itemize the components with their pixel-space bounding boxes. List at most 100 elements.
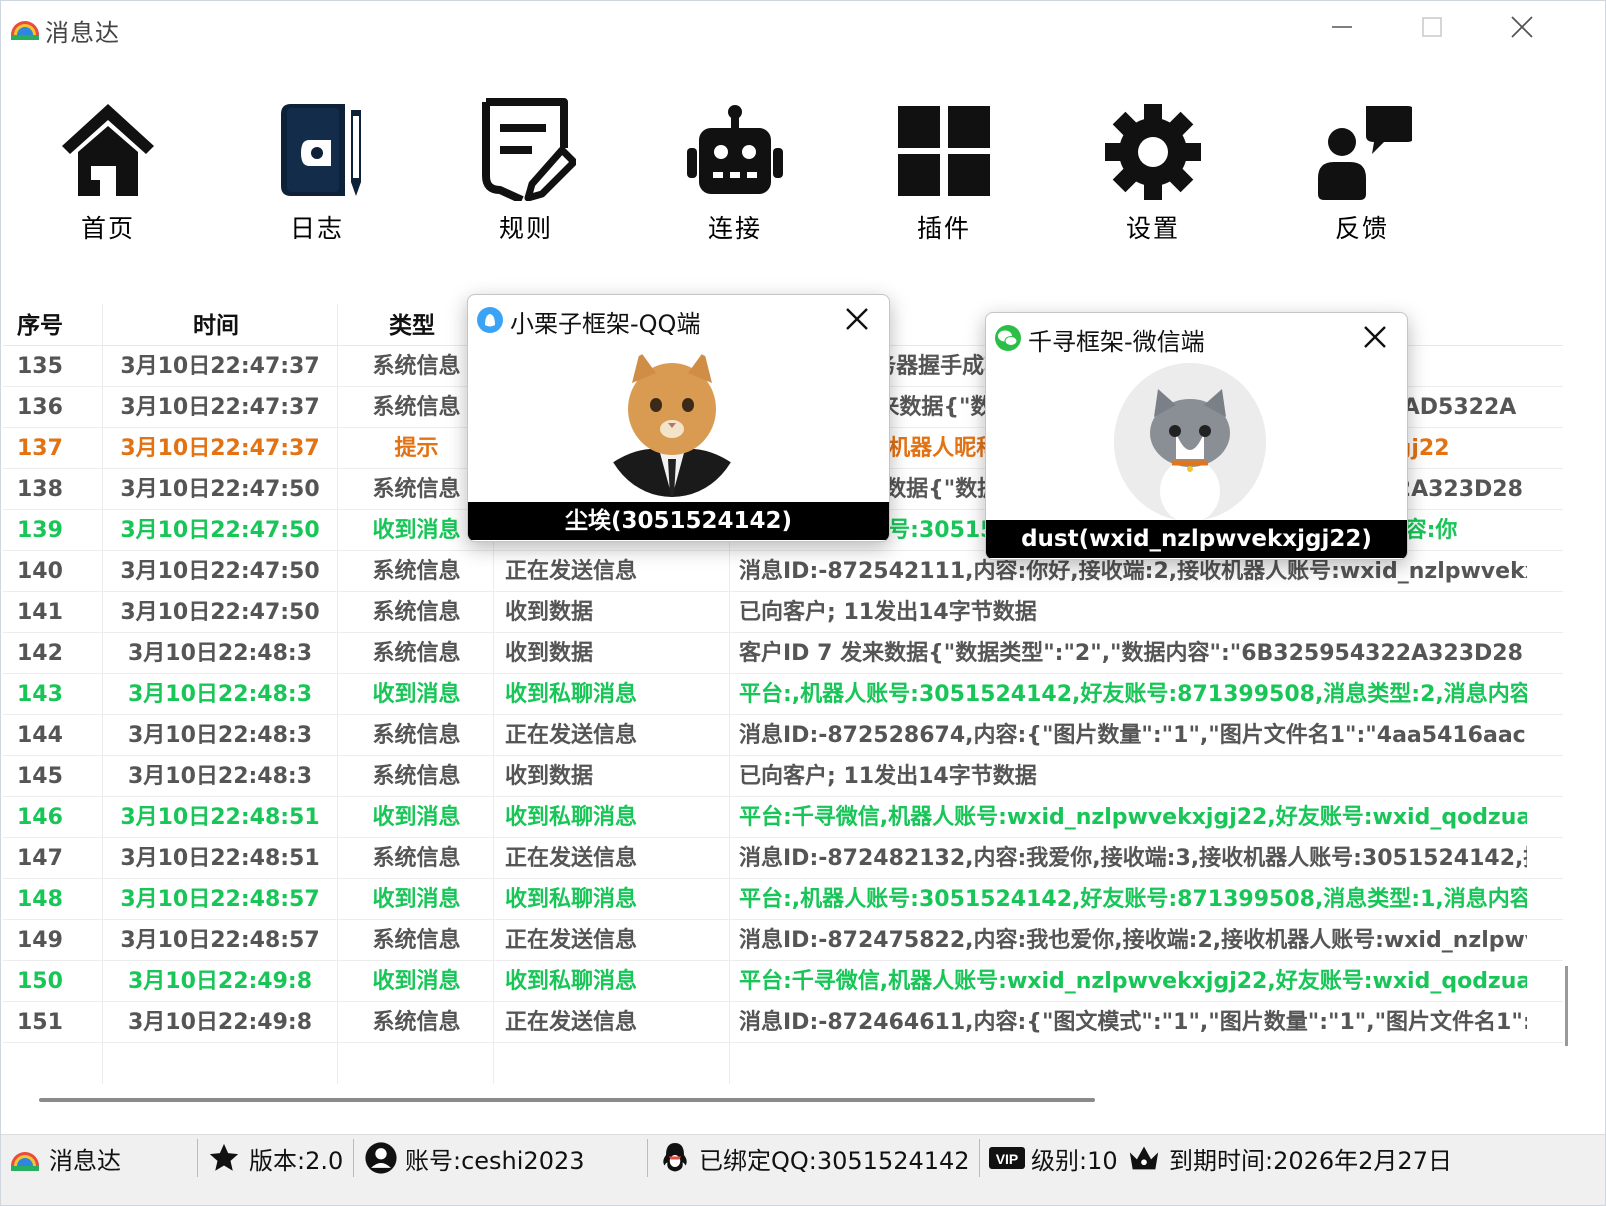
cell-detail: 消息ID:-872482132,内容:我爱你,接收端:3,接收机器人账号:305…	[739, 846, 1527, 871]
status-account: 账号:ceshi2023	[363, 1135, 585, 1181]
cell-time: 3月10日22:47:50	[120, 600, 320, 625]
toolbar-settings[interactable]: 设置	[1078, 96, 1228, 266]
toolbar-home-label: 首页	[80, 214, 135, 243]
minimize-icon	[1332, 26, 1352, 28]
cell-index: 142	[17, 641, 63, 666]
header-index[interactable]: 序号	[17, 304, 63, 346]
window-title: 消息达	[45, 19, 120, 47]
cell-event: 收到数据	[505, 764, 594, 789]
status-account-text: 账号:ceshi2023	[405, 1146, 585, 1175]
rule-edit-icon	[482, 98, 576, 201]
status-bound-qq-text: 已绑定QQ:3051524142	[699, 1146, 970, 1175]
cell-index: 145	[17, 764, 63, 789]
table-row[interactable]: 147 3月10日22:48:51 系统信息 正在发送信息 消息ID:-87248213…	[3, 838, 1563, 879]
table-row[interactable]: 145 3月10日22:48:3 系统信息 收到数据 已向客户; 11发出14字节数据	[3, 756, 1563, 797]
vertical-scrollbar[interactable]	[1565, 966, 1568, 1046]
qq-popup-title: 小栗子框架-QQ端	[510, 310, 701, 338]
user-icon	[365, 1142, 397, 1174]
cell-detail: 平台:,机器人账号:3051524142,好友账号:871399508,消息类型…	[739, 682, 1527, 707]
cell-event: 正在发送信息	[505, 846, 638, 871]
cell-time: 3月10日22:47:50	[120, 477, 320, 502]
wechat-popup-header: 千寻框架-微信端	[986, 313, 1407, 361]
close-icon[interactable]	[1361, 323, 1389, 351]
cell-time: 3月10日22:48:57	[120, 887, 320, 912]
toolbar-rules-label: 规则	[498, 214, 553, 243]
wechat-account-name: dust(wxid_nzlpwvekxjgj22)	[986, 520, 1407, 558]
table-row[interactable]: 150 3月10日22:49:8 收到消息 收到私聊消息 平台:千寻微信,机器人账号:w…	[3, 961, 1563, 1002]
cell-detail: 已向客户; 11发出14字节数据	[739, 764, 1037, 789]
toolbar-feedback[interactable]: 反馈	[1287, 96, 1437, 266]
cell-type: 收到消息	[372, 682, 461, 707]
close-icon[interactable]	[843, 305, 871, 333]
status-version: 版本:2.0	[205, 1135, 343, 1181]
status-separator	[979, 1139, 980, 1177]
cell-index: 139	[17, 518, 63, 543]
table-row[interactable]: 141 3月10日22:47:50 系统信息 收到数据 已向客户; 11发出14字节数据	[3, 592, 1563, 633]
status-level-text: 级别:10	[1031, 1146, 1118, 1175]
close-button[interactable]	[1477, 1, 1567, 53]
plugin-grid-icon	[898, 106, 990, 196]
cell-detail: 平台:千寻微信,机器人账号:wxid_nzlpwvekxjgj22,好友账号:w…	[739, 805, 1527, 830]
cell-type: 系统信息	[372, 600, 461, 625]
wechat-avatar	[1114, 363, 1266, 521]
cell-event: 收到数据	[505, 641, 594, 666]
app-logo-icon	[11, 21, 39, 40]
status-expiry: 到期时间:2026年2月27日	[1125, 1135, 1452, 1181]
cell-time: 3月10日22:48:57	[120, 928, 320, 953]
table-row[interactable]: 151 3月10日22:49:8 系统信息 正在发送信息 消息ID:-872464611…	[3, 1002, 1563, 1043]
cell-detail: 消息ID:-872464611,内容:{"图文模式":"1","图片数量":"1…	[739, 1010, 1527, 1035]
cell-type: 系统信息	[372, 641, 461, 666]
cell-index: 149	[17, 928, 63, 953]
cell-event: 收到数据	[505, 600, 594, 625]
status-app: 消息达	[7, 1135, 121, 1181]
cell-time: 3月10日22:47:37	[120, 354, 320, 379]
table-row[interactable]: 148 3月10日22:48:57 收到消息 收到私聊消息 平台:,机器人账号:3051…	[3, 879, 1563, 920]
toolbar-settings-label: 设置	[1125, 214, 1180, 243]
toolbar-plugins[interactable]: 插件	[869, 96, 1019, 266]
cell-time: 3月10日22:47:50	[120, 559, 320, 584]
cell-type: 系统信息	[372, 764, 461, 789]
toolbar-log[interactable]: 日志	[242, 96, 392, 266]
toolbar-feedback-label: 反馈	[1334, 214, 1389, 243]
table-row[interactable]: 146 3月10日22:48:51 收到消息 收到私聊消息 平台:千寻微信,机器人账号:…	[3, 797, 1563, 838]
header-type[interactable]: 类型	[389, 304, 435, 346]
table-row[interactable]: 149 3月10日22:48:57 系统信息 正在发送信息 消息ID:-87247582…	[3, 920, 1563, 961]
home-icon	[62, 104, 154, 196]
cell-event: 收到私聊消息	[505, 805, 638, 830]
status-expiry-text: 到期时间:2026年2月27日	[1169, 1146, 1452, 1175]
table-row[interactable]: 143 3月10日22:48:3 收到消息 收到私聊消息 平台:,机器人账号:30515…	[3, 674, 1563, 715]
table-row[interactable]: 144 3月10日22:48:3 系统信息 正在发送信息 消息ID:-872528674…	[3, 715, 1563, 756]
cell-time: 3月10日22:47:50	[120, 518, 320, 543]
cell-event: 收到私聊消息	[505, 887, 638, 912]
cell-time: 3月10日22:48:3	[127, 641, 313, 666]
qq-client-popup[interactable]: 小栗子框架-QQ端 尘埃(3051524142)	[467, 294, 890, 542]
toolbar-connect[interactable]: 连接	[660, 96, 810, 266]
cell-type: 收到消息	[372, 887, 461, 912]
horizontal-scrollbar[interactable]	[39, 1098, 1095, 1102]
qq-avatar	[602, 345, 742, 497]
cell-time: 3月10日22:49:8	[127, 969, 313, 994]
cell-event: 正在发送信息	[505, 928, 638, 953]
maximize-button[interactable]	[1387, 1, 1477, 53]
cell-index: 143	[17, 682, 63, 707]
toolbar-plugins-label: 插件	[916, 214, 971, 243]
qq-account-name: 尘埃(3051524142)	[468, 502, 889, 540]
toolbar-rules[interactable]: 规则	[451, 96, 601, 266]
minimize-button[interactable]	[1297, 1, 1387, 53]
status-separator	[197, 1139, 198, 1177]
cell-time: 3月10日22:49:8	[127, 1010, 313, 1035]
qq-penguin-icon	[663, 1143, 687, 1172]
table-row[interactable]: 142 3月10日22:48:3 系统信息 收到数据 客户ID 7 发来数据{"数据类型…	[3, 633, 1563, 674]
star-icon	[209, 1143, 239, 1171]
header-time[interactable]: 时间	[193, 304, 239, 346]
toolbar-home[interactable]: 首页	[33, 96, 183, 266]
cell-type: 系统信息	[372, 1010, 461, 1035]
main-window: 消息达 首页 日志 规则 连接 插件 设置 反馈 序号 时间 类型 135 3月…	[0, 0, 1606, 1206]
crown-icon	[1129, 1146, 1159, 1170]
wechat-client-popup[interactable]: 千寻框架-微信端 dust(wxid_nzlpwvekxjgj22)	[985, 312, 1408, 560]
cell-index: 151	[17, 1010, 63, 1035]
cell-detail: 客户ID 7 发来数据{"数据类型":"2","数据内容":"6B3259543…	[739, 641, 1523, 666]
cell-detail: 消息ID:-872528674,内容:{"图片数量":"1","图片文件名1":…	[739, 723, 1527, 748]
cell-type: 系统信息	[372, 846, 461, 871]
wechat-popup-title: 千寻框架-微信端	[1028, 328, 1205, 356]
